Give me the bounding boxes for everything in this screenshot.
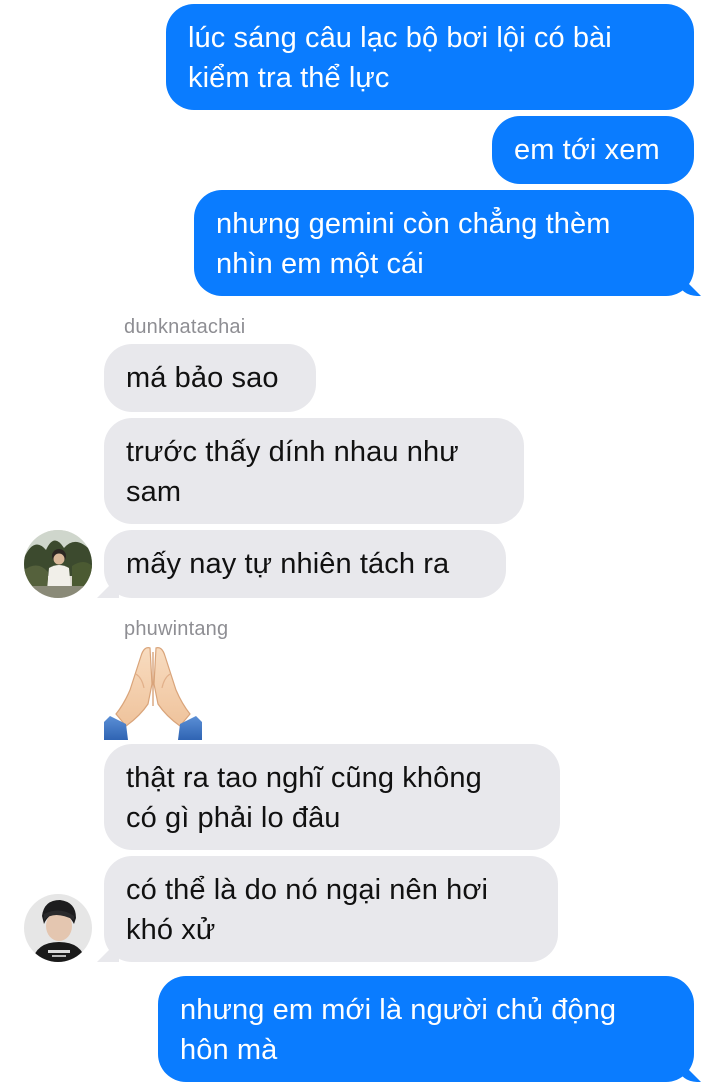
avatar-photo (24, 530, 92, 598)
avatar-photo (24, 894, 92, 962)
message-bubble-received[interactable]: má bảo sao (104, 344, 316, 412)
message-bubble-received[interactable]: trước thấy dính nhau như sam (104, 418, 524, 524)
avatar[interactable] (24, 530, 92, 598)
message-bubble-received[interactable]: thật ra tao nghĩ cũng không có gì phải l… (104, 744, 560, 850)
sender-name: phuwintang (124, 618, 229, 640)
avatar[interactable] (24, 894, 92, 962)
message-bubble-sent[interactable]: lúc sáng câu lạc bộ bơi lội có bài kiểm … (166, 4, 694, 110)
sender-name: dunknatachai (124, 316, 246, 338)
message-bubble-sent[interactable]: nhưng gemini còn chẳng thèm nhìn em một … (194, 190, 694, 296)
folded-hands-icon[interactable] (104, 644, 202, 740)
message-bubble-sent[interactable]: nhưng em mới là người chủ động hôn mà (158, 976, 694, 1082)
message-bubble-received[interactable]: mấy nay tự nhiên tách ra (104, 530, 506, 598)
message-bubble-received[interactable]: có thể là do nó ngại nên hơi khó xử (104, 856, 558, 962)
message-bubble-sent[interactable]: em tới xem (492, 116, 694, 184)
